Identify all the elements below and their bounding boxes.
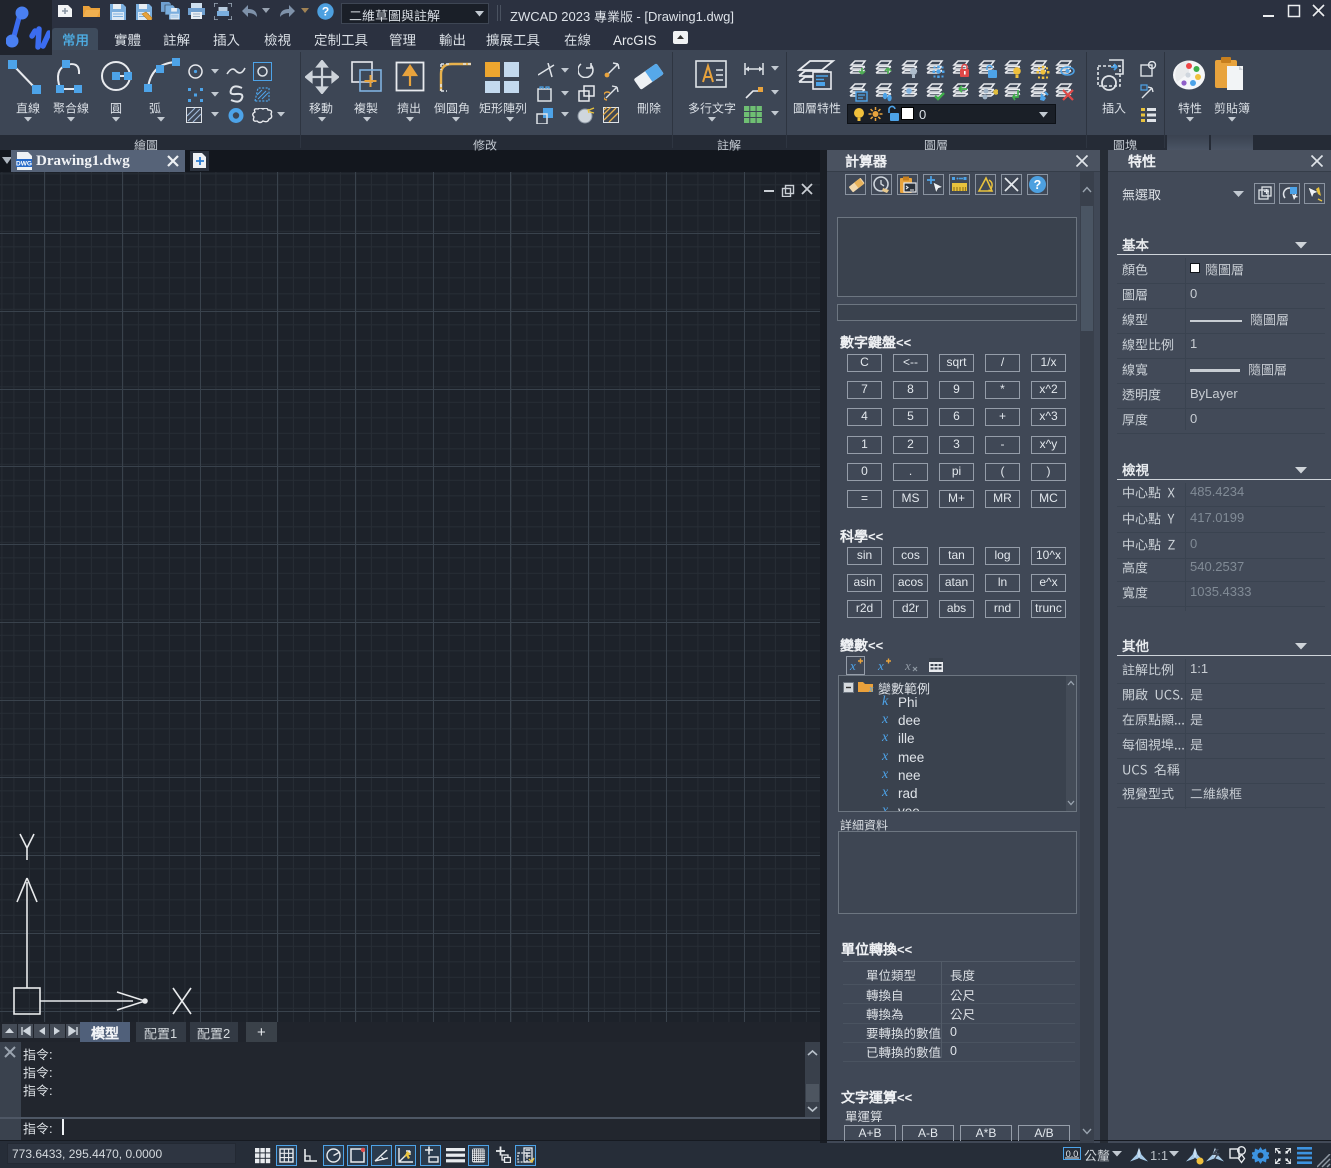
- svg-text:x: x: [849, 658, 856, 673]
- svg-text:x: x: [877, 658, 884, 673]
- svg-text:?: ?: [322, 5, 329, 19]
- svg-text:x: x: [904, 658, 911, 673]
- svg-text:?: ?: [1034, 178, 1042, 192]
- svg-text:DWG: DWG: [16, 161, 32, 168]
